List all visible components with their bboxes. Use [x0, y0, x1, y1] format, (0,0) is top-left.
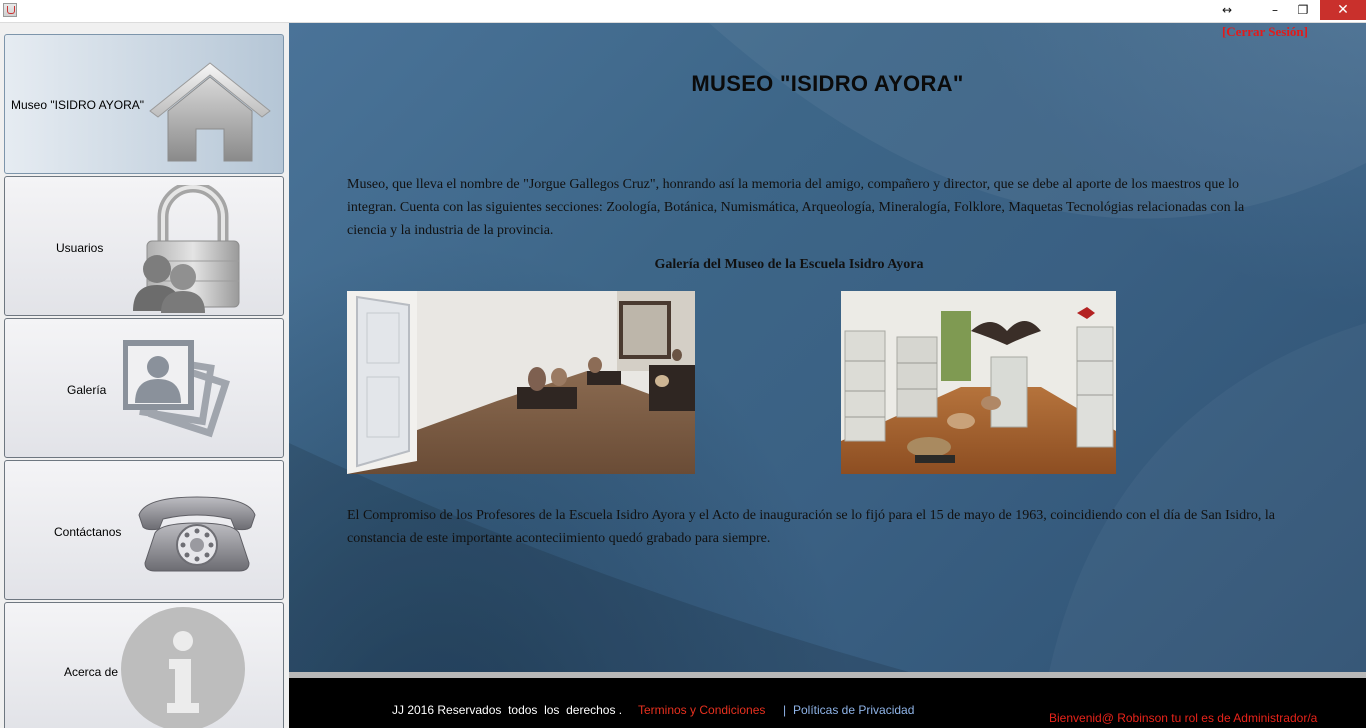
main-content: [Cerrar Sesión] MUSEO "ISIDRO AYORA" Mus… [289, 23, 1366, 672]
sidebar-item-galeria[interactable]: Galería [4, 318, 284, 458]
minimize-button[interactable]: – [1261, 0, 1289, 20]
close-button[interactable]: ✕ [1320, 0, 1366, 20]
museum-room-photo[interactable] [347, 291, 695, 474]
sidebar: Museo "ISIDRO AYORA" Usuarios Galería Co… [0, 23, 288, 728]
welcome-message: Bienvenid@ Robinson tu rol es de Adminis… [1049, 711, 1318, 725]
footer-separator: | [783, 703, 787, 717]
sidebar-item-label: Galería [67, 383, 107, 397]
home-icon [149, 62, 271, 162]
sidebar-item-label: Usuarios [56, 241, 104, 255]
closing-paragraph: El Compromiso de los Profesores de la Es… [347, 508, 1275, 546]
logout-link[interactable]: [Cerrar Sesión] [1222, 24, 1308, 40]
sidebar-item-label: Museo "ISIDRO AYORA" [11, 98, 145, 112]
gallery-title: Galería del Museo de la Escuela Isidro A… [654, 257, 924, 272]
sidebar-item-label: Acerca de [64, 665, 119, 679]
restore-button[interactable]: ❐ [1289, 0, 1317, 20]
terms-link[interactable]: Terminos y Condiciones [638, 703, 765, 717]
privacy-link[interactable]: Políticas de Privacidad [793, 703, 914, 717]
footer: JJ 2016 Reservados todos los derechos . … [289, 678, 1366, 728]
users-lock-icon [133, 185, 240, 313]
gallery-icon [123, 340, 230, 438]
sidebar-item-contactanos[interactable]: Contáctanos [4, 460, 284, 600]
phone-icon [138, 496, 256, 572]
museum-animals-photo[interactable] [841, 291, 1116, 474]
resize-icon[interactable]: ↔ [1213, 0, 1241, 20]
page-title: MUSEO "ISIDRO AYORA" [691, 71, 964, 96]
sidebar-item-acerca[interactable]: Acerca de [4, 602, 284, 728]
window-titlebar: ↔ – ❐ ✕ [0, 0, 1366, 23]
java-app-icon [3, 3, 17, 17]
sidebar-item-label: Contáctanos [54, 525, 122, 539]
info-icon [121, 607, 245, 728]
sidebar-item-usuarios[interactable]: Usuarios [4, 176, 284, 316]
intro-paragraph: Museo, que lleva el nombre de "Jorgue Ga… [347, 177, 1245, 238]
sidebar-item-museo[interactable]: Museo "ISIDRO AYORA" [4, 34, 284, 174]
footer-copyright: JJ 2016 Reservados todos los derechos . [392, 703, 623, 717]
